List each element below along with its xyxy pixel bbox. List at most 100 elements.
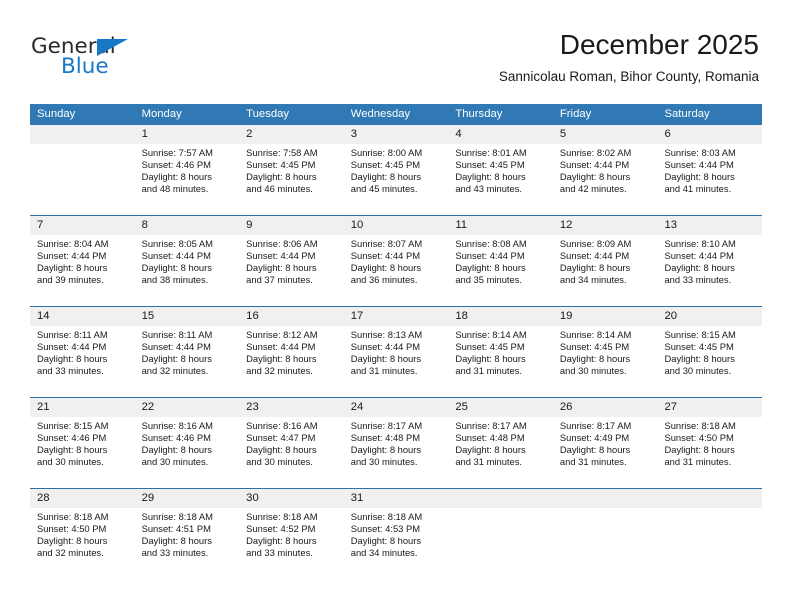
day-number: 5 [559,128,567,140]
day-number: 19 [559,310,573,322]
calendar-day-cell[interactable]: 9 Sunrise: 8:06 AM Sunset: 4:44 PM Daylight… [239,216,344,306]
day-sun-info: Sunrise: 8:12 AM Sunset: 4:44 PM Daylight:… [246,329,344,377]
day-info-line: Sunrise: 8:18 AM [246,511,318,522]
day-sun-info: Sunrise: 8:07 AM Sunset: 4:44 PM Daylight:… [351,238,449,286]
calendar-day-cell[interactable]: 26 Sunrise: 8:17 AM Sunset: 4:49 PM Dayligh… [553,398,658,488]
calendar-body: 1 Sunrise: 7:57 AM Sunset: 4:46 PM Daylight… [30,125,762,579]
day-info-line: Daylight: 8 hours [246,262,317,274]
day-info-line: and 32 minutes. [37,547,104,559]
day-number: 31 [350,492,364,504]
day-info-line: Daylight: 8 hours [37,353,108,365]
day-info-line: and 39 minutes. [37,274,104,286]
day-number: 15 [141,310,155,322]
calendar-day-cell[interactable]: 27 Sunrise: 8:18 AM Sunset: 4:50 PM Dayligh… [657,398,762,488]
day-info-line: and 30 minutes. [350,456,418,468]
day-number: 10 [350,219,364,231]
day-info-line: Daylight: 8 hours [559,262,631,274]
calendar-day-cell[interactable]: 13 Sunrise: 8:10 AM Sunset: 4:44 PM Dayligh… [657,216,762,306]
day-sun-info: Sunrise: 8:16 AM Sunset: 4:46 PM Daylight:… [142,420,240,468]
calendar-day-cell[interactable]: 15 Sunrise: 8:11 AM Sunset: 4:44 PM Dayligh… [135,307,240,397]
calendar-day-cell[interactable]: 29 Sunrise: 8:18 AM Sunset: 4:51 PM Dayligh… [135,489,240,579]
calendar-day-cell[interactable]: 12 Sunrise: 8:09 AM Sunset: 4:44 PM Dayligh… [553,216,658,306]
calendar-day-cell[interactable]: 8 Sunrise: 8:05 AM Sunset: 4:44 PM Daylight… [135,216,240,306]
day-info-line: Sunset: 4:45 PM [559,341,630,353]
calendar-day-cell[interactable]: 24 Sunrise: 8:17 AM Sunset: 4:48 PM Dayligh… [344,398,449,488]
day-info-line: Sunrise: 8:12 AM [246,329,318,340]
day-info-line: Sunset: 4:44 PM [350,341,421,353]
day-sun-info: Sunrise: 8:18 AM Sunset: 4:53 PM Daylight:… [351,511,449,559]
calendar-day-cell[interactable]: 17 Sunrise: 8:13 AM Sunset: 4:44 PM Dayligh… [344,307,449,397]
day-info-line: and 30 minutes. [141,456,209,468]
day-info-line: Sunset: 4:48 PM [350,432,421,444]
calendar-day-cell[interactable]: 10 Sunrise: 8:07 AM Sunset: 4:44 PM Dayligh… [344,216,449,306]
day-info-line: Daylight: 8 hours [350,353,422,365]
day-sun-info: Sunrise: 8:05 AM Sunset: 4:44 PM Daylight:… [142,238,240,286]
calendar-day-cell[interactable]: 3 Sunrise: 8:00 AM Sunset: 4:45 PM Daylight… [344,125,449,215]
day-number: 29 [141,492,155,504]
calendar-day-cell[interactable]: 1 Sunrise: 7:57 AM Sunset: 4:46 PM Daylight… [135,125,240,215]
day-number: 14 [37,310,50,322]
calendar-day-cell[interactable]: 16 Sunrise: 8:12 AM Sunset: 4:44 PM Dayligh… [239,307,344,397]
calendar-day-cell[interactable]: 20 Sunrise: 8:15 AM Sunset: 4:45 PM Dayligh… [657,307,762,397]
day-number: 30 [246,492,259,504]
day-info-line: and 43 minutes. [455,183,523,195]
calendar-day-cell[interactable]: 6 Sunrise: 8:03 AM Sunset: 4:44 PM Daylight… [657,125,762,215]
calendar-day-cell[interactable]: 25 Sunrise: 8:17 AM Sunset: 4:48 PM Dayligh… [448,398,553,488]
day-cells: 7 Sunrise: 8:04 AM Sunset: 4:44 PM Daylight… [30,216,762,306]
day-info-line: Daylight: 8 hours [37,262,108,274]
calendar-day-cell[interactable]: 31 Sunrise: 8:18 AM Sunset: 4:53 PM Dayligh… [344,489,449,579]
day-sun-info: Sunrise: 8:13 AM Sunset: 4:44 PM Daylight:… [351,329,449,377]
calendar-day-cell[interactable]: 7 Sunrise: 8:04 AM Sunset: 4:44 PM Daylight… [30,216,135,306]
logo-text-blue: Blue [61,54,109,79]
day-info-line: Daylight: 8 hours [37,444,108,456]
calendar-day-cell[interactable]: 21 Sunrise: 8:15 AM Sunset: 4:46 PM Dayligh… [30,398,135,488]
day-info-line: Sunrise: 8:04 AM [37,238,109,249]
day-info-line: and 30 minutes. [559,365,627,377]
calendar-day-cell[interactable]: 28 Sunrise: 8:18 AM Sunset: 4:50 PM Dayligh… [30,489,135,579]
calendar-day-cell[interactable]: 11 Sunrise: 8:08 AM Sunset: 4:44 PM Dayligh… [448,216,553,306]
weekday-header-friday: Friday [559,108,592,120]
day-number: 12 [559,219,573,231]
day-info-line: and 48 minutes. [141,183,209,195]
calendar-day-cell[interactable]: 5 Sunrise: 8:02 AM Sunset: 4:44 PM Daylight… [553,125,658,215]
day-info-line: and 42 minutes. [559,183,627,195]
day-info-line: and 45 minutes. [350,183,418,195]
general-blue-logo[interactable]: General Blue [31,36,211,84]
day-number: 16 [246,310,259,322]
day-info-line: Daylight: 8 hours [246,444,317,456]
calendar-day-cell[interactable]: 14 Sunrise: 8:11 AM Sunset: 4:44 PM Dayligh… [30,307,135,397]
day-info-line: Sunset: 4:51 PM [141,523,211,535]
day-info-line: Sunset: 4:44 PM [141,250,211,262]
calendar-day-cell[interactable]: 4 Sunrise: 8:01 AM Sunset: 4:45 PM Daylight… [448,125,553,215]
day-info-line: and 31 minutes. [350,365,418,377]
day-info-line: and 46 minutes. [246,183,313,195]
calendar-week-row: 7 Sunrise: 8:04 AM Sunset: 4:44 PM Daylight… [30,215,762,306]
calendar-day-cell[interactable]: 18 Sunrise: 8:14 AM Sunset: 4:45 PM Dayligh… [448,307,553,397]
weekday-header-thursday: Thursday [455,108,503,120]
calendar-day-cell[interactable]: 23 Sunrise: 8:16 AM Sunset: 4:47 PM Dayligh… [239,398,344,488]
day-number: 9 [246,219,253,231]
day-info-line: Sunset: 4:44 PM [455,250,525,262]
day-info-line: Sunset: 4:44 PM [350,250,421,262]
day-info-line: Sunrise: 8:17 AM [559,420,632,431]
calendar-grid: Sunday Monday Tuesday Wednesday Thursday Frid… [30,104,762,579]
day-info-line: and 37 minutes. [246,274,313,286]
day-cells: 28 Sunrise: 8:18 AM Sunset: 4:50 PM Dayligh… [30,489,762,579]
day-info-line: Daylight: 8 hours [455,353,526,365]
day-info-line: Sunset: 4:45 PM [455,341,525,353]
day-info-line: and 31 minutes. [455,365,523,377]
day-sun-info: Sunrise: 8:15 AM Sunset: 4:45 PM Daylight:… [664,329,762,377]
weekday-header-row: Sunday Monday Tuesday Wednesday Thursday Frid… [30,104,762,125]
calendar-day-cell[interactable]: 2 Sunrise: 7:58 AM Sunset: 4:45 PM Daylight… [239,125,344,215]
calendar-day-cell[interactable]: 22 Sunrise: 8:16 AM Sunset: 4:46 PM Dayligh… [135,398,240,488]
page-title: December 2025 [559,29,759,60]
day-info-line: Sunset: 4:45 PM [246,159,316,171]
calendar-day-cell[interactable]: 19 Sunrise: 8:14 AM Sunset: 4:45 PM Dayligh… [553,307,658,397]
day-info-line: Daylight: 8 hours [37,535,108,547]
day-sun-info: Sunrise: 8:11 AM Sunset: 4:44 PM Daylight:… [37,329,135,377]
day-sun-info: Sunrise: 7:57 AM Sunset: 4:46 PM Daylight:… [142,147,240,195]
day-info-line: Sunrise: 7:57 AM [141,147,213,158]
day-number: 8 [141,219,148,231]
calendar-day-cell[interactable]: 30 Sunrise: 8:18 AM Sunset: 4:52 PM Dayligh… [239,489,344,579]
day-sun-info: Sunrise: 8:11 AM Sunset: 4:44 PM Daylight:… [142,329,240,377]
